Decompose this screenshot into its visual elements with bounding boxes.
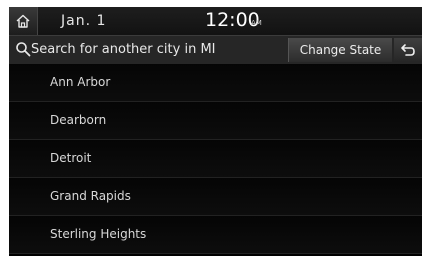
home-icon	[16, 14, 30, 28]
search-toolbar: Search for another city in MI Change Sta…	[9, 35, 422, 65]
city-item-dearborn[interactable]: Dearborn	[9, 102, 422, 140]
city-item-detroit[interactable]: Detroit	[9, 140, 422, 178]
city-label: Detroit	[50, 151, 92, 165]
city-label: Grand Rapids	[50, 189, 131, 203]
city-item-ann-arbor[interactable]: Ann Arbor	[9, 64, 422, 102]
date-display: Jan. 1	[61, 13, 107, 29]
city-label: Sterling Heights	[50, 227, 147, 241]
city-label: Ann Arbor	[50, 75, 111, 89]
nav-screen: Jan. 1 12:00 AM Search for another city …	[9, 7, 422, 256]
home-button[interactable]	[9, 7, 38, 35]
city-list: Ann Arbor Dearborn Detroit Grand Rapids …	[9, 64, 422, 256]
search-icon	[16, 42, 31, 57]
change-state-button[interactable]: Change State	[288, 38, 392, 62]
back-button[interactable]	[394, 38, 422, 62]
back-icon	[401, 44, 415, 56]
city-item-grand-rapids[interactable]: Grand Rapids	[9, 178, 422, 216]
search-button[interactable]: Search for another city in MI	[9, 36, 287, 64]
city-label: Dearborn	[50, 113, 107, 127]
ampm-indicator: AM	[251, 19, 262, 27]
city-item-sterling-heights[interactable]: Sterling Heights	[9, 216, 422, 254]
search-label: Search for another city in MI	[31, 42, 216, 57]
status-bar: Jan. 1 12:00 AM	[9, 7, 422, 35]
